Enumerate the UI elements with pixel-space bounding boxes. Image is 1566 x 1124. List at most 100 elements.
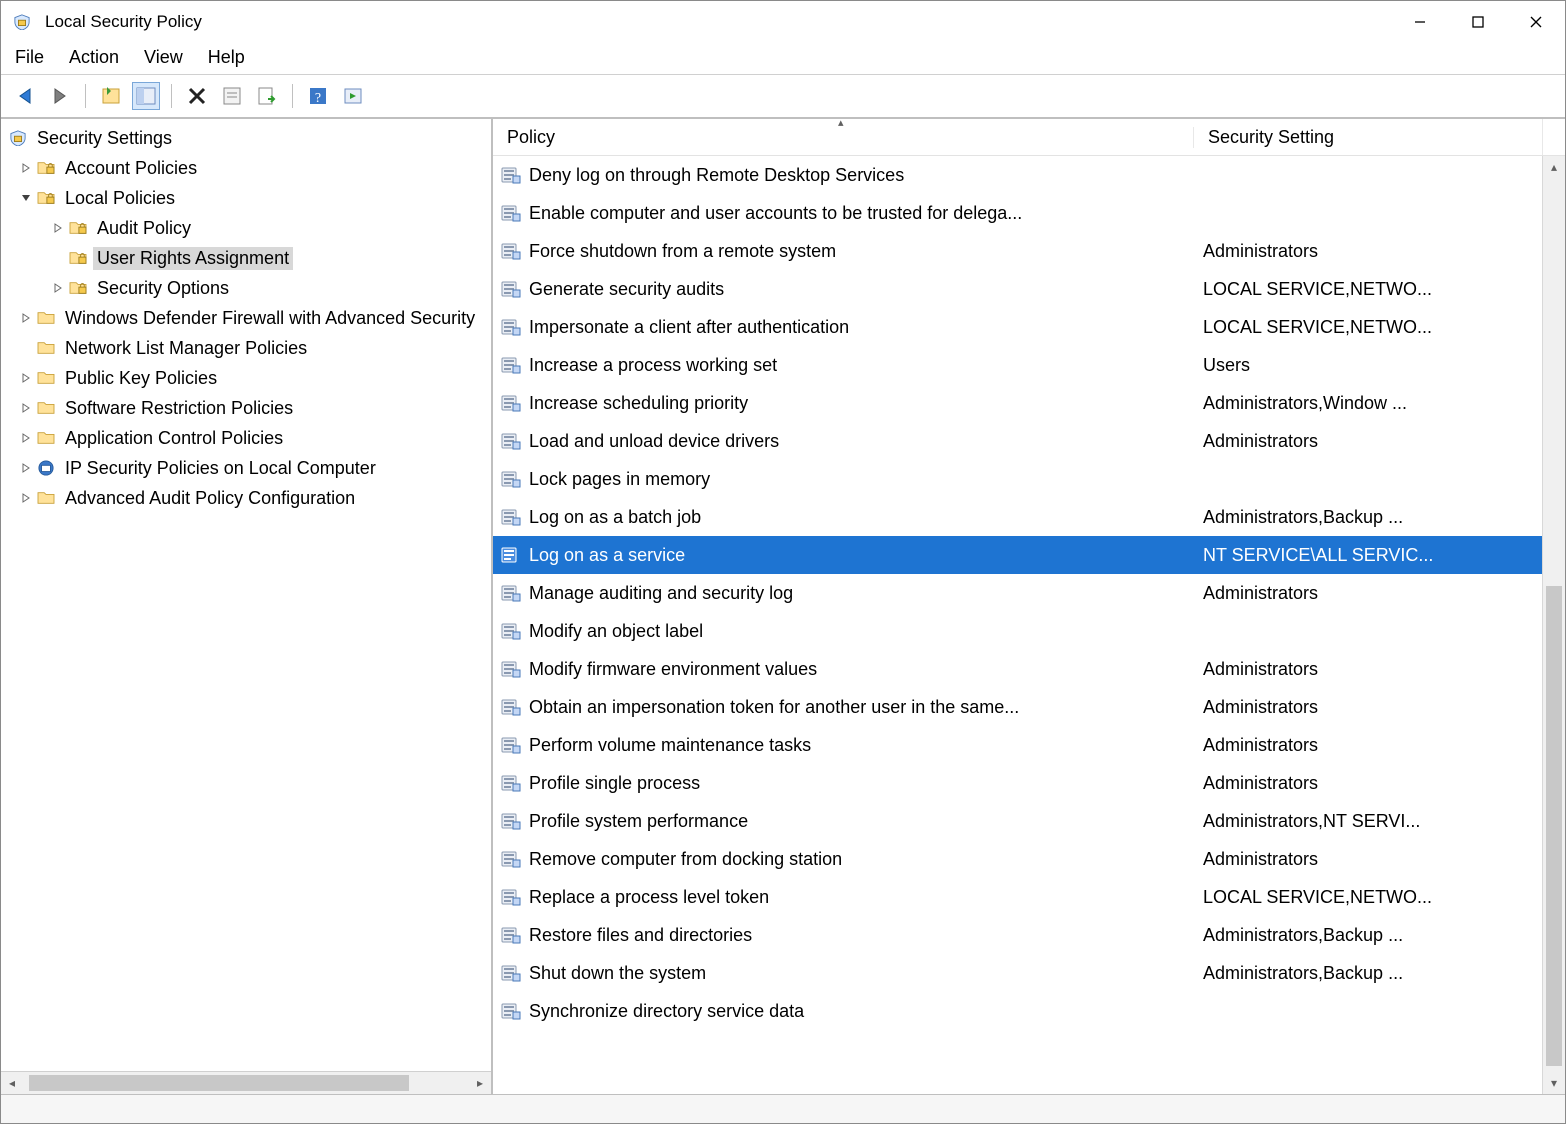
toolbar: ? — [1, 75, 1565, 118]
policy-setting: Administrators,Backup ... — [1189, 925, 1543, 946]
policy-name: Increase a process working set — [529, 355, 1189, 376]
policy-row[interactable]: Synchronize directory service data — [493, 992, 1543, 1030]
policy-icon — [499, 850, 523, 868]
manage-actions-icon — [342, 85, 364, 107]
chevron-right-icon[interactable] — [17, 433, 35, 443]
scroll-thumb[interactable] — [29, 1075, 409, 1091]
policy-row[interactable]: Manage auditing and security logAdminist… — [493, 574, 1543, 612]
folder-icon — [35, 400, 57, 416]
tree-root[interactable]: Security Settings — [1, 123, 491, 153]
toolbar-show-hide-tree-button[interactable] — [97, 82, 125, 110]
close-button[interactable] — [1507, 2, 1565, 42]
scroll-down-icon[interactable]: ▾ — [1543, 1072, 1565, 1094]
policy-row[interactable]: Impersonate a client after authenticatio… — [493, 308, 1543, 346]
chevron-down-icon[interactable] — [17, 193, 35, 203]
policy-row[interactable]: Replace a process level tokenLOCAL SERVI… — [493, 878, 1543, 916]
scroll-up-icon[interactable]: ▴ — [1543, 156, 1565, 178]
chevron-right-icon[interactable] — [17, 403, 35, 413]
tree-item-label: Windows Defender Firewall with Advanced … — [61, 307, 479, 330]
chevron-right-icon[interactable] — [17, 373, 35, 383]
tree-item[interactable]: Security Options — [1, 273, 491, 303]
toolbar-nav-back-button[interactable] — [11, 82, 39, 110]
tree-item[interactable]: Software Restriction Policies — [1, 393, 491, 423]
tree-item[interactable]: Advanced Audit Policy Configuration — [1, 483, 491, 513]
list-vertical-scrollbar[interactable]: ▴ ▾ — [1542, 156, 1565, 1094]
menu-help[interactable]: Help — [208, 47, 245, 68]
tree-view[interactable]: Security SettingsAccount Policies Local P… — [1, 119, 491, 1071]
menu-file[interactable]: File — [15, 47, 44, 68]
tree-item[interactable]: Network List Manager Policies — [1, 333, 491, 363]
folder-icon — [35, 490, 57, 506]
tree-item[interactable]: Account Policies — [1, 153, 491, 183]
toolbar-nav-forward-button[interactable] — [46, 82, 74, 110]
menu-action[interactable]: Action — [69, 47, 119, 68]
column-header-policy[interactable]: Policy — [493, 127, 1193, 148]
policy-row[interactable]: Modify firmware environment valuesAdmini… — [493, 650, 1543, 688]
toolbar-properties-button[interactable] — [218, 82, 246, 110]
chevron-right-icon[interactable] — [49, 283, 67, 293]
policy-row[interactable]: Force shutdown from a remote systemAdmin… — [493, 232, 1543, 270]
policy-row[interactable]: Remove computer from docking stationAdmi… — [493, 840, 1543, 878]
minimize-button[interactable] — [1391, 2, 1449, 42]
toolbar-delete-button[interactable] — [183, 82, 211, 110]
policy-icon — [499, 356, 523, 374]
maximize-button[interactable] — [1449, 2, 1507, 42]
tree-item[interactable]: Application Control Policies — [1, 423, 491, 453]
policy-row[interactable]: Obtain an impersonation token for anothe… — [493, 688, 1543, 726]
policy-row[interactable]: Enable computer and user accounts to be … — [493, 194, 1543, 232]
policy-name: Profile system performance — [529, 811, 1189, 832]
policy-name: Perform volume maintenance tasks — [529, 735, 1189, 756]
policy-name: Load and unload device drivers — [529, 431, 1189, 452]
policy-row[interactable]: Deny log on through Remote Desktop Servi… — [493, 156, 1543, 194]
policy-row[interactable]: Modify an object label — [493, 612, 1543, 650]
policy-row[interactable]: Profile system performanceAdministrators… — [493, 802, 1543, 840]
policy-name: Obtain an impersonation token for anothe… — [529, 697, 1189, 718]
policy-name: Generate security audits — [529, 279, 1189, 300]
policy-row[interactable]: Shut down the systemAdministrators,Backu… — [493, 954, 1543, 992]
chevron-right-icon[interactable] — [17, 463, 35, 473]
scroll-right-icon[interactable]: ▸ — [469, 1072, 491, 1094]
menu-view[interactable]: View — [144, 47, 183, 68]
policy-setting: Administrators — [1189, 735, 1543, 756]
policy-name: Restore files and directories — [529, 925, 1189, 946]
policy-setting: Administrators,Window ... — [1189, 393, 1543, 414]
chevron-right-icon[interactable] — [17, 493, 35, 503]
window-title: Local Security Policy — [45, 12, 202, 32]
list-header[interactable]: ▴ Policy Security Setting — [493, 119, 1565, 156]
chevron-right-icon[interactable] — [49, 223, 67, 233]
tree-horizontal-scrollbar[interactable]: ◂ ▸ — [1, 1071, 491, 1094]
tree-item-label: Local Policies — [61, 187, 179, 210]
properties-icon — [221, 85, 243, 107]
policy-icon — [499, 926, 523, 944]
policy-row[interactable]: Increase scheduling priorityAdministrato… — [493, 384, 1543, 422]
policy-list[interactable]: Deny log on through Remote Desktop Servi… — [493, 156, 1543, 1094]
scroll-left-icon[interactable]: ◂ — [1, 1072, 23, 1094]
chevron-right-icon[interactable] — [17, 163, 35, 173]
tree-item-label: Public Key Policies — [61, 367, 221, 390]
toolbar-help-button[interactable]: ? — [304, 82, 332, 110]
policy-setting: Administrators,Backup ... — [1189, 963, 1543, 984]
scroll-thumb[interactable] — [1546, 586, 1562, 1066]
show-hide-tree-icon — [100, 85, 122, 107]
policy-row[interactable]: Restore files and directoriesAdministrat… — [493, 916, 1543, 954]
tree-item[interactable]: User Rights Assignment — [1, 243, 491, 273]
policy-row[interactable]: Profile single processAdministrators — [493, 764, 1543, 802]
policy-row[interactable]: Log on as a serviceNT SERVICE\ALL SERVIC… — [493, 536, 1543, 574]
policy-row[interactable]: Lock pages in memory — [493, 460, 1543, 498]
policy-row[interactable]: Generate security auditsLOCAL SERVICE,NE… — [493, 270, 1543, 308]
toolbar-show-hide-console-tree-button[interactable] — [132, 82, 160, 110]
toolbar-export-list-button[interactable] — [253, 82, 281, 110]
toolbar-manage-actions-button[interactable] — [339, 82, 367, 110]
column-header-setting[interactable]: Security Setting — [1193, 127, 1542, 148]
chevron-right-icon[interactable] — [17, 313, 35, 323]
tree-item[interactable]: IP Security Policies on Local Computer — [1, 453, 491, 483]
policy-row[interactable]: Perform volume maintenance tasksAdminist… — [493, 726, 1543, 764]
policy-icon — [499, 546, 523, 564]
policy-row[interactable]: Load and unload device driversAdministra… — [493, 422, 1543, 460]
policy-row[interactable]: Increase a process working setUsers — [493, 346, 1543, 384]
tree-item[interactable]: Public Key Policies — [1, 363, 491, 393]
tree-item[interactable]: Audit Policy — [1, 213, 491, 243]
tree-item[interactable]: Local Policies — [1, 183, 491, 213]
tree-item[interactable]: Windows Defender Firewall with Advanced … — [1, 303, 491, 333]
policy-row[interactable]: Log on as a batch jobAdministrators,Back… — [493, 498, 1543, 536]
